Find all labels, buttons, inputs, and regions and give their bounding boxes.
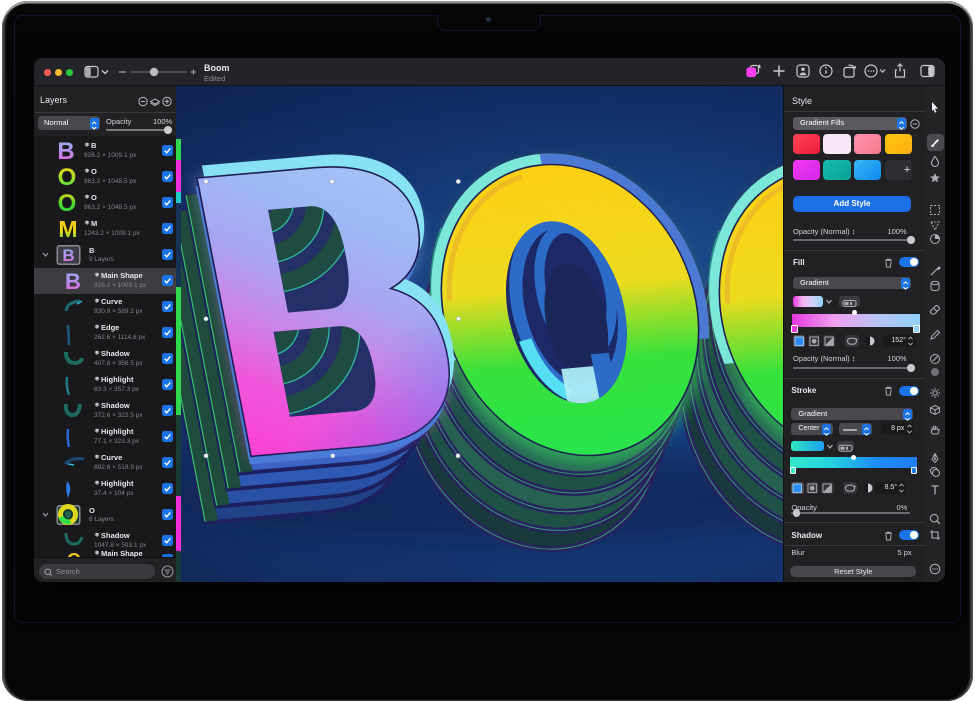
svg-text:M: M xyxy=(58,217,77,241)
svg-text:B: B xyxy=(65,270,81,292)
svg-text:O: O xyxy=(58,165,77,189)
svg-text:B: B xyxy=(62,246,74,265)
svg-text:B: B xyxy=(57,139,74,163)
svg-text:O: O xyxy=(58,191,77,215)
